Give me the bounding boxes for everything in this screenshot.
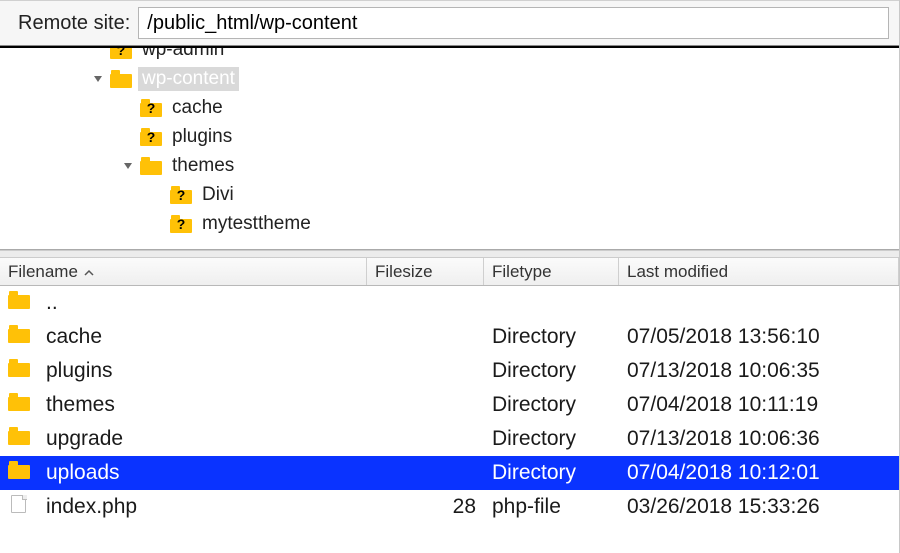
remote-path-input[interactable] [138, 7, 889, 39]
column-header-filename-label: Filename [8, 262, 78, 282]
tree-item-label: mytesttheme [198, 212, 315, 236]
list-row-type: Directory [484, 422, 619, 456]
tree-item[interactable]: ? wp-admin [0, 48, 899, 64]
list-row-modified: 07/05/2018 13:56:10 [619, 320, 899, 354]
file-icon [8, 495, 30, 513]
folder-icon [140, 157, 162, 175]
disclosure-down-icon[interactable] [90, 71, 106, 87]
list-row-modified: 07/13/2018 10:06:35 [619, 354, 899, 388]
column-header-modified[interactable]: Last modified [619, 258, 899, 285]
list-row-type: php-file [484, 490, 619, 524]
column-header-filename[interactable]: Filename [0, 258, 367, 285]
list-row[interactable]: uploads Directory07/04/2018 10:12:01 [0, 456, 899, 490]
sort-asc-icon [84, 262, 94, 282]
list-row-modified: 07/04/2018 10:11:19 [619, 388, 899, 422]
remote-site-label: Remote site: [18, 12, 130, 35]
list-row[interactable]: index.php 28php-file03/26/2018 15:33:26 [0, 490, 899, 524]
folder-icon [8, 427, 30, 445]
column-header-filesize-label: Filesize [375, 262, 433, 282]
tree-item-label: Divi [198, 183, 238, 207]
file-list[interactable]: ..cacheDirectory07/05/2018 13:56:10plugi… [0, 286, 899, 524]
list-row-size [367, 456, 484, 490]
disclosure-spacer [120, 129, 136, 145]
list-row-size: 28 [367, 490, 484, 524]
list-row[interactable]: plugins Directory07/13/2018 10:06:35 [0, 354, 899, 388]
pane-splitter[interactable] [0, 250, 899, 258]
tree-item[interactable]: ? mytesttheme [0, 209, 899, 238]
list-row-name: cache [46, 325, 102, 349]
unknown-folder-icon: ? [170, 215, 192, 233]
folder-icon [110, 70, 132, 88]
unknown-folder-icon: ? [140, 128, 162, 146]
folder-icon [8, 359, 30, 377]
list-row-type [484, 286, 619, 320]
list-row-name: .. [46, 291, 58, 315]
folder-icon [8, 461, 30, 479]
list-row-modified: 03/26/2018 15:33:26 [619, 490, 899, 524]
remote-tree[interactable]: ? wp-admin wp-content? cache? plugins themes?… [0, 48, 899, 250]
list-row-type: Directory [484, 456, 619, 490]
tree-item-label: wp-admin [138, 48, 228, 62]
list-row-name: plugins [46, 359, 113, 383]
unknown-folder-icon: ? [110, 48, 132, 59]
list-row-name: index.php [46, 495, 137, 519]
column-header-modified-label: Last modified [627, 262, 728, 282]
remote-site-bar: Remote site: [0, 0, 899, 46]
list-row-size [367, 422, 484, 456]
tree-item[interactable]: wp-content [0, 64, 899, 93]
list-row-size [367, 388, 484, 422]
folder-icon [8, 325, 30, 343]
list-row-modified: 07/13/2018 10:06:36 [619, 422, 899, 456]
disclosure-down-icon[interactable] [120, 158, 136, 174]
list-row-type: Directory [484, 388, 619, 422]
unknown-folder-icon: ? [170, 186, 192, 204]
list-row[interactable]: .. [0, 286, 899, 320]
folder-icon [8, 291, 30, 309]
tree-item[interactable]: ? Divi [0, 180, 899, 209]
list-row-modified: 07/04/2018 10:12:01 [619, 456, 899, 490]
tree-item-label: wp-content [138, 67, 239, 91]
column-header-filetype-label: Filetype [492, 262, 552, 282]
disclosure-spacer [90, 48, 106, 58]
tree-item[interactable]: ? cache [0, 93, 899, 122]
folder-icon [8, 393, 30, 411]
list-row[interactable]: themes Directory07/04/2018 10:11:19 [0, 388, 899, 422]
disclosure-spacer [120, 100, 136, 116]
list-row-size [367, 320, 484, 354]
column-header-filesize[interactable]: Filesize [367, 258, 484, 285]
list-row-name: themes [46, 393, 115, 417]
list-row-name: uploads [46, 461, 120, 485]
unknown-folder-icon: ? [140, 99, 162, 117]
list-row-name: upgrade [46, 427, 123, 451]
tree-item-label: plugins [168, 125, 236, 149]
tree-item-label: themes [168, 154, 238, 178]
tree-item[interactable]: ? plugins [0, 122, 899, 151]
list-row-size [367, 354, 484, 388]
disclosure-spacer [150, 216, 166, 232]
column-header-filetype[interactable]: Filetype [484, 258, 619, 285]
list-row-modified [619, 286, 899, 320]
list-row-size [367, 286, 484, 320]
tree-item[interactable]: themes [0, 151, 899, 180]
list-row[interactable]: cache Directory07/05/2018 13:56:10 [0, 320, 899, 354]
list-row[interactable]: upgrade Directory07/13/2018 10:06:36 [0, 422, 899, 456]
tree-item-label: cache [168, 96, 227, 120]
list-row-type: Directory [484, 354, 619, 388]
file-list-header: Filename Filesize Filetype Last modified [0, 258, 899, 286]
list-row-type: Directory [484, 320, 619, 354]
disclosure-spacer [150, 187, 166, 203]
